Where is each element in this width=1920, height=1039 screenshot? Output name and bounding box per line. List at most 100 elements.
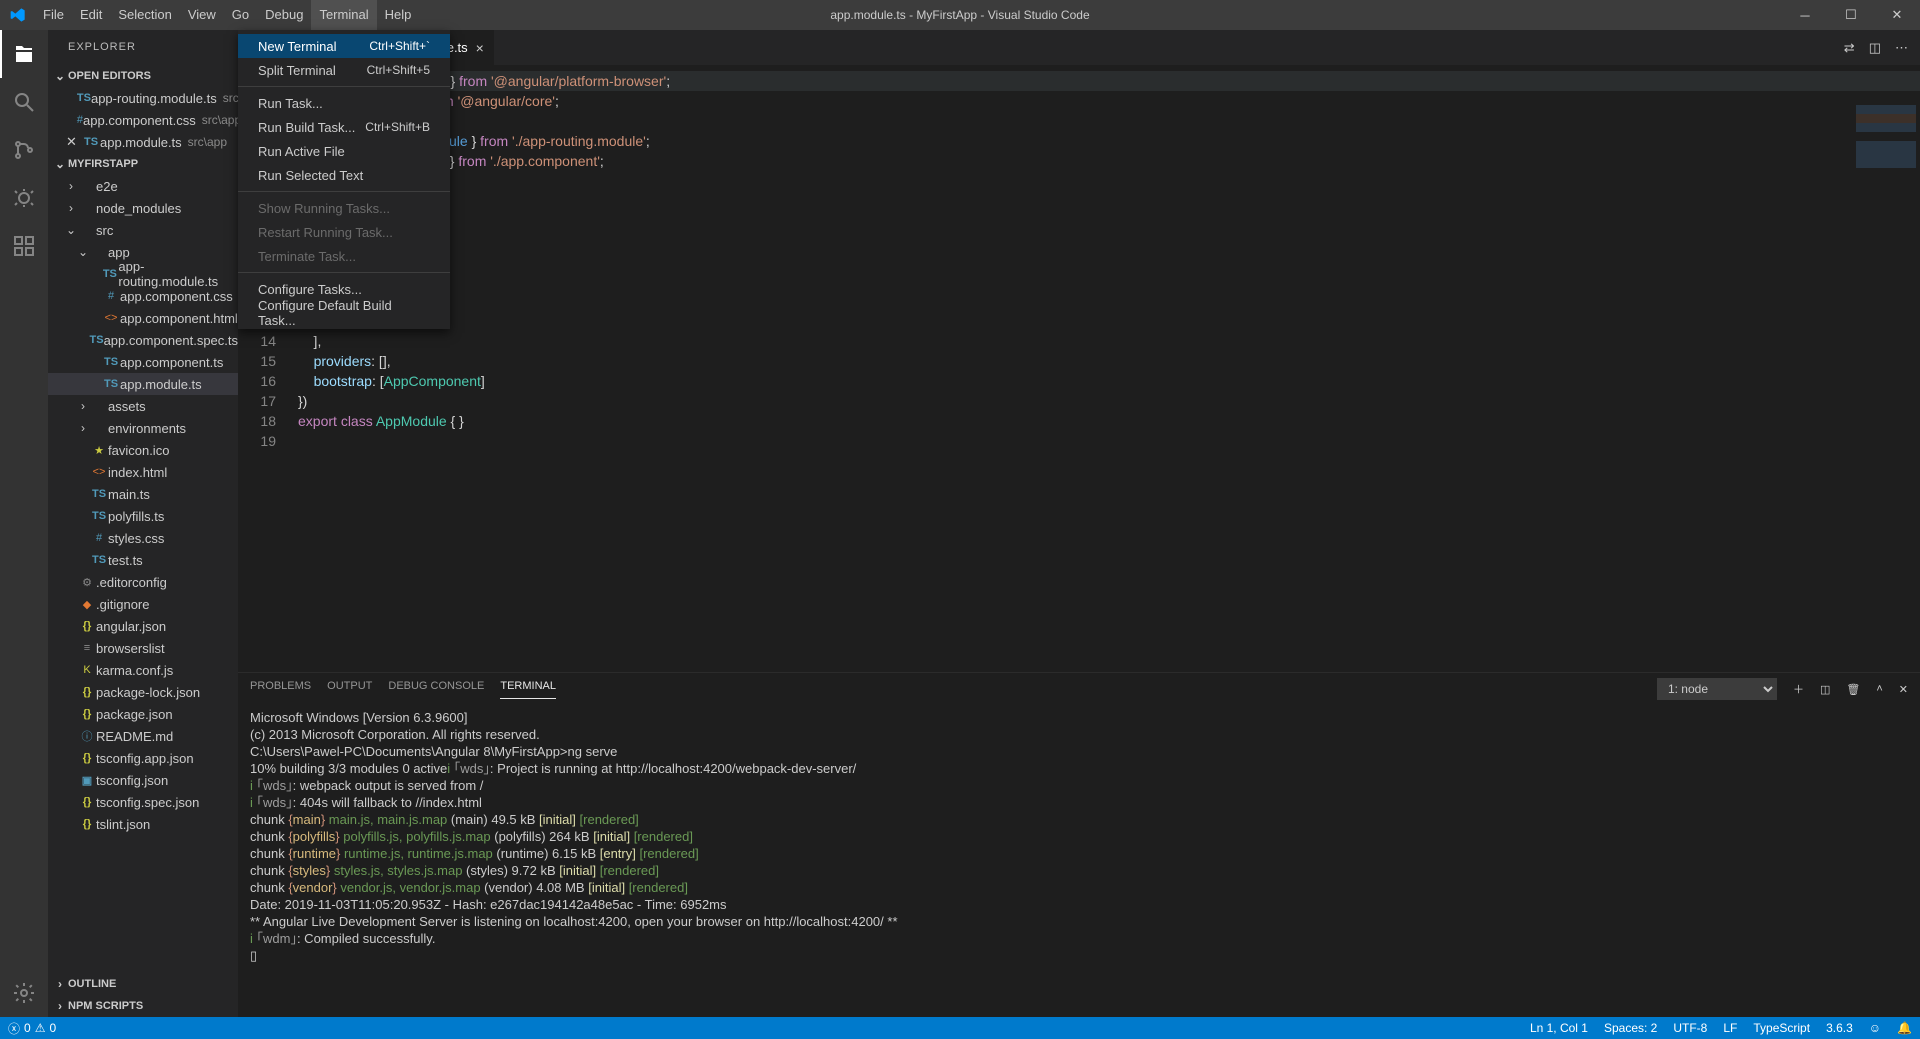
panel-tabs: PROBLEMS OUTPUT DEBUG CONSOLE TERMINAL 1: n… <box>238 673 1920 705</box>
file-package-lock.json[interactable]: {}package-lock.json <box>48 681 238 703</box>
file-styles.css[interactable]: #styles.css <box>48 527 238 549</box>
folder-node_modules[interactable]: ›node_modules <box>48 197 238 219</box>
maximize-icon[interactable]: ☐ <box>1828 0 1874 30</box>
vscode-icon <box>0 7 35 23</box>
panel-tab-debug-console[interactable]: DEBUG CONSOLE <box>388 680 484 698</box>
open-editor[interactable]: ✕TSapp-routing.module.tssrc\app <box>48 87 238 109</box>
status-ln-col[interactable]: Ln 1, Col 1 <box>1522 1017 1596 1039</box>
file-tsconfig.app.json[interactable]: {}tsconfig.app.json <box>48 747 238 769</box>
file-app.component.html[interactable]: <>app.component.html <box>48 307 238 329</box>
split-terminal-icon[interactable]: ◫ <box>1820 683 1830 696</box>
folder-assets[interactable]: ›assets <box>48 395 238 417</box>
project-header[interactable]: ⌄MYFIRSTAPP <box>48 153 238 175</box>
file-index.html[interactable]: <>index.html <box>48 461 238 483</box>
file-README.md[interactable]: ⓘREADME.md <box>48 725 238 747</box>
status-errors[interactable]: ⓧ0 ⚠0 <box>0 1017 64 1039</box>
file-app.module.ts[interactable]: TSapp.module.ts <box>48 373 238 395</box>
editor-tabs: #ponent.cssTSapp.module.ts× ⇄ ◫ ⋯ <box>238 30 1920 65</box>
terminal[interactable]: Microsoft Windows [Version 6.3.9600](c) … <box>238 705 1920 1017</box>
menubar: FileEditSelectionViewGoDebugTerminalHelp <box>35 0 419 30</box>
menu-go[interactable]: Go <box>224 0 257 30</box>
file-browserslist[interactable]: ≡browserslist <box>48 637 238 659</box>
open-editor[interactable]: ✕#app.component.csssrc\app <box>48 109 238 131</box>
file-app-routing.module.ts[interactable]: TSapp-routing.module.ts <box>48 263 238 285</box>
explorer-title: EXPLORER <box>48 30 238 65</box>
extensions-icon[interactable] <box>0 222 48 270</box>
close-editor-icon[interactable]: ✕ <box>66 134 82 150</box>
explorer-icon[interactable] <box>0 30 48 78</box>
menu-item-split-terminal[interactable]: Split TerminalCtrl+Shift+5 <box>238 58 450 82</box>
close-panel-icon[interactable]: ✕ <box>1899 683 1908 696</box>
file-test.ts[interactable]: TStest.ts <box>48 549 238 571</box>
menu-item-run-build-task-[interactable]: Run Build Task...Ctrl+Shift+B <box>238 115 450 139</box>
menu-selection[interactable]: Selection <box>110 0 179 30</box>
compare-changes-icon[interactable]: ⇄ <box>1844 40 1855 56</box>
file-tsconfig.json[interactable]: ▣tsconfig.json <box>48 769 238 791</box>
status-ts-version[interactable]: 3.6.3 <box>1818 1017 1861 1039</box>
menu-item-show-running-tasks-: Show Running Tasks... <box>238 196 450 220</box>
file-package.json[interactable]: {}package.json <box>48 703 238 725</box>
close-tab-icon[interactable]: × <box>476 40 484 56</box>
code-editor[interactable]: 12345678910111213141516171819 import { B… <box>238 65 1920 672</box>
menu-view[interactable]: View <box>180 0 224 30</box>
close-icon[interactable]: ✕ <box>1874 0 1920 30</box>
source-control-icon[interactable] <box>0 126 48 174</box>
open-editor[interactable]: ✕TSapp.module.tssrc\app <box>48 131 238 153</box>
status-encoding[interactable]: UTF-8 <box>1665 1017 1715 1039</box>
minimize-icon[interactable]: ─ <box>1782 0 1828 30</box>
menu-item-run-selected-text[interactable]: Run Selected Text <box>238 163 450 187</box>
file-.editorconfig[interactable]: ⚙.editorconfig <box>48 571 238 593</box>
explorer-sidebar: EXPLORER ⌄OPEN EDITORS ✕TSapp-routing.mo… <box>48 30 238 1017</box>
npm-scripts-header[interactable]: ›NPM SCRIPTS <box>48 995 238 1017</box>
menu-edit[interactable]: Edit <box>72 0 110 30</box>
menu-file[interactable]: File <box>35 0 72 30</box>
titlebar: FileEditSelectionViewGoDebugTerminalHelp… <box>0 0 1920 30</box>
file-.gitignore[interactable]: ◆.gitignore <box>48 593 238 615</box>
file-tsconfig.spec.json[interactable]: {}tsconfig.spec.json <box>48 791 238 813</box>
folder-src[interactable]: ⌄src <box>48 219 238 241</box>
terminal-select[interactable]: 1: node <box>1657 678 1777 700</box>
status-eol[interactable]: LF <box>1715 1017 1745 1039</box>
menu-terminal[interactable]: Terminal <box>311 0 376 30</box>
file-angular.json[interactable]: {}angular.json <box>48 615 238 637</box>
new-terminal-icon[interactable]: ＋ <box>1793 681 1804 697</box>
panel-tab-terminal[interactable]: TERMINAL <box>500 680 556 699</box>
editor-area: #ponent.cssTSapp.module.ts× ⇄ ◫ ⋯ 123456… <box>238 30 1920 1017</box>
file-tslint.json[interactable]: {}tslint.json <box>48 813 238 835</box>
file-app.component.css[interactable]: #app.component.css <box>48 285 238 307</box>
menu-item-new-terminal[interactable]: New TerminalCtrl+Shift+` <box>238 34 450 58</box>
outline-header[interactable]: ›OUTLINE <box>48 973 238 995</box>
file-karma.conf.js[interactable]: Kkarma.conf.js <box>48 659 238 681</box>
open-editors-header[interactable]: ⌄OPEN EDITORS <box>48 65 238 87</box>
statusbar: ⓧ0 ⚠0 Ln 1, Col 1 Spaces: 2 UTF-8 LF Typ… <box>0 1017 1920 1039</box>
folder-e2e[interactable]: ›e2e <box>48 175 238 197</box>
search-icon[interactable] <box>0 78 48 126</box>
menu-item-run-task-[interactable]: Run Task... <box>238 91 450 115</box>
window-title: app.module.ts - MyFirstApp - Visual Stud… <box>830 8 1089 22</box>
file-main.ts[interactable]: TSmain.ts <box>48 483 238 505</box>
status-language[interactable]: TypeScript <box>1745 1017 1818 1039</box>
menu-item-terminate-task-: Terminate Task... <box>238 244 450 268</box>
debug-icon[interactable] <box>0 174 48 222</box>
menu-debug[interactable]: Debug <box>257 0 311 30</box>
menu-item-configure-default-build-task-[interactable]: Configure Default Build Task... <box>238 301 450 325</box>
status-feedback-icon[interactable]: ☺ <box>1861 1017 1889 1039</box>
split-editor-icon[interactable]: ◫ <box>1869 40 1881 56</box>
file-app.component.ts[interactable]: TSapp.component.ts <box>48 351 238 373</box>
panel-tab-problems[interactable]: PROBLEMS <box>250 680 311 698</box>
more-icon[interactable]: ⋯ <box>1895 40 1908 56</box>
menu-help[interactable]: Help <box>377 0 420 30</box>
menu-item-run-active-file[interactable]: Run Active File <box>238 139 450 163</box>
activity-bar <box>0 30 48 1017</box>
settings-icon[interactable] <box>0 969 48 1017</box>
status-bell-icon[interactable]: 🔔 <box>1889 1017 1920 1039</box>
panel-tab-output[interactable]: OUTPUT <box>327 680 372 698</box>
file-favicon.ico[interactable]: ★favicon.ico <box>48 439 238 461</box>
status-spaces[interactable]: Spaces: 2 <box>1596 1017 1665 1039</box>
kill-terminal-icon[interactable]: 🗑 <box>1846 683 1860 696</box>
folder-environments[interactable]: ›environments <box>48 417 238 439</box>
file-app.component.spec.ts[interactable]: TSapp.component.spec.ts <box>48 329 238 351</box>
bottom-panel: PROBLEMS OUTPUT DEBUG CONSOLE TERMINAL 1: n… <box>238 672 1920 1017</box>
maximize-panel-icon[interactable]: ˄ <box>1876 683 1882 695</box>
file-polyfills.ts[interactable]: TSpolyfills.ts <box>48 505 238 527</box>
